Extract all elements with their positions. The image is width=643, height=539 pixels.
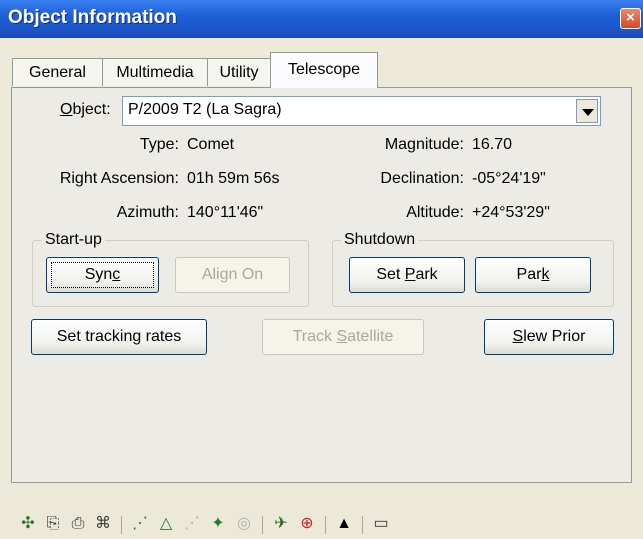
park-button[interactable]: Park [475,257,591,293]
toolbar-separator [325,516,326,534]
target-move-icon[interactable]: ✣ [18,514,38,534]
tab-multimedia[interactable]: Multimedia [102,58,208,86]
tab-telescope[interactable]: Telescope [270,52,378,88]
declination-label: Declination: [380,170,464,187]
magnitude-label: Magnitude: [384,136,464,153]
magnitude-value: 16.70 [472,136,513,153]
altitude-label: Altitude: [406,204,464,221]
sync-button[interactable]: Sync [46,257,159,293]
chart-disabled-icon[interactable]: ⋰ [182,514,202,534]
object-label: Object: [60,101,111,118]
chart-dots-icon[interactable]: ⋰ [130,514,150,534]
tab-general[interactable]: General [12,58,103,86]
close-button[interactable]: × [620,8,641,29]
azimuth-value: 140°11'46" [187,204,264,221]
chevron-down-icon[interactable] [576,99,598,123]
toolbar-separator [362,516,363,534]
book-icon[interactable]: ⌘ [93,514,113,534]
object-select-value: P/2009 T2 (La Sagra) [128,101,282,118]
chart-mountain-icon[interactable]: △ [156,514,176,534]
up-arrow-icon[interactable]: ▲ [334,514,354,534]
orbit-disabled-icon[interactable]: ◎ [234,514,254,534]
right-ascension-value: 01h 59m 56s [187,170,280,187]
set-park-button[interactable]: Set Park [349,257,465,293]
set-tracking-rates-button[interactable]: Set tracking rates [31,319,207,355]
type-value: Comet [187,136,235,153]
shutdown-group-title: Shutdown [341,231,419,249]
object-information-window: Object Information × General Multimedia … [0,0,643,539]
chart-stars-icon[interactable]: ✦ [208,514,228,534]
telescope-icon[interactable]: ✈ [271,514,291,534]
altitude-value: +24°53'29" [472,204,550,221]
target-red-icon[interactable]: ⊕ [297,514,317,534]
align-on-button[interactable]: Align On [175,257,290,293]
slew-prior-button[interactable]: Slew Prior [484,319,614,355]
window-title: Object Information [8,7,177,28]
type-label: Type: [139,136,179,153]
azimuth-label: Azimuth: [116,204,179,221]
right-ascension-label: Right Ascension: [59,170,179,187]
close-icon: × [626,9,635,26]
tab-utility[interactable]: Utility [207,58,271,86]
print-icon[interactable]: ⎙ [68,514,88,534]
title-bar[interactable]: Object Information × [0,0,643,38]
startup-group-title: Start-up [42,231,105,249]
track-satellite-button[interactable]: Track Satellite [262,319,424,355]
toolbar-separator [262,516,263,534]
toolbar-separator [121,516,122,534]
declination-value: -05°24'19" [472,170,546,187]
open-folder-icon[interactable]: ▭ [371,514,391,534]
object-select[interactable]: P/2009 T2 (La Sagra) [122,96,601,126]
copy-icon[interactable]: ⎘ [43,514,63,534]
